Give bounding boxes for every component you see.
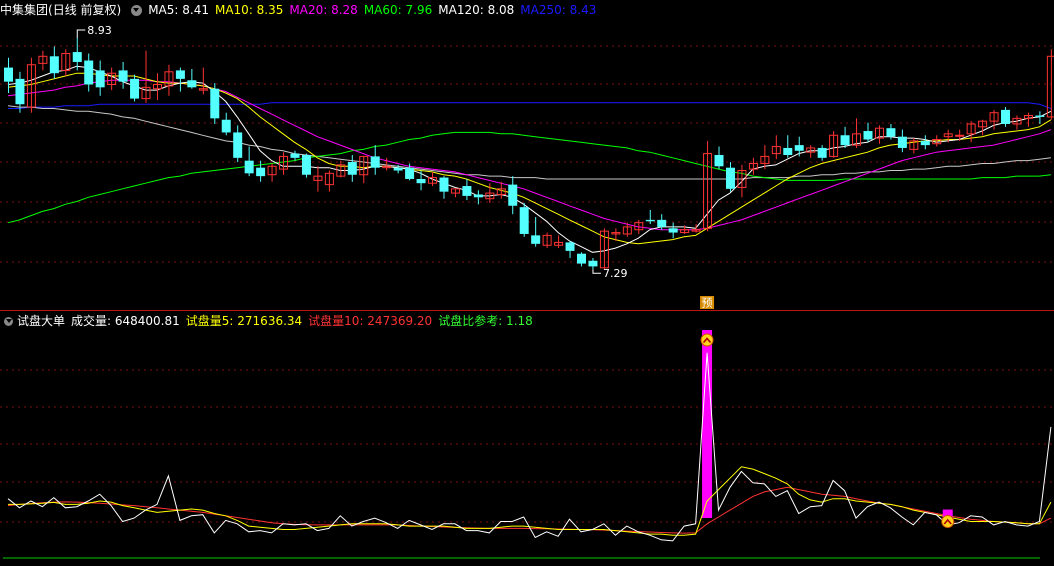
ma5-line bbox=[7, 65, 1052, 253]
grid-lines bbox=[0, 45, 1054, 523]
low-marker-arrow bbox=[592, 269, 601, 274]
ma250-line bbox=[8, 102, 1052, 109]
candle-body bbox=[897, 136, 907, 148]
candle-body bbox=[244, 160, 254, 174]
ma60-label: MA60: 7.96 bbox=[363, 3, 433, 17]
ma-lines bbox=[7, 65, 1052, 253]
trial-vol5-label: 试盘量5: 271636.34 bbox=[185, 314, 303, 328]
candle-body bbox=[577, 253, 586, 264]
candle-body bbox=[221, 119, 231, 133]
trial-ratio-label: 试盘比参考: 1.18 bbox=[438, 314, 533, 328]
high-marker-arrow bbox=[76, 29, 86, 38]
candle-body bbox=[439, 177, 449, 192]
stock-chart: 8.93 7.29 预 bbox=[0, 24, 1054, 559]
series-成交量-line bbox=[7, 352, 1052, 542]
candle-body bbox=[233, 132, 243, 158]
candle-body bbox=[370, 156, 380, 168]
trial-vol10-label: 试盘量10: 247369.20 bbox=[308, 314, 433, 328]
candle-body bbox=[783, 147, 793, 155]
candle-body bbox=[565, 242, 575, 251]
candle-body bbox=[256, 167, 266, 177]
candle-body bbox=[95, 70, 105, 88]
candle-body bbox=[840, 135, 850, 146]
sub-legend: 试盘大单 成交量: 648400.81 试盘量5: 271636.34 试盘量1… bbox=[0, 311, 539, 331]
series-试盘量5-line bbox=[8, 466, 1052, 536]
sub-title: 试盘大单 bbox=[17, 314, 66, 328]
candle-body bbox=[416, 178, 426, 184]
ma250-label: MA250: 8.43 bbox=[520, 3, 597, 17]
candle-body bbox=[817, 147, 827, 158]
candle-body bbox=[714, 155, 724, 167]
stock-name: 中集集团 bbox=[0, 3, 49, 17]
candle-body bbox=[130, 78, 140, 99]
candle-body bbox=[15, 78, 25, 105]
candle-body bbox=[508, 184, 518, 206]
candle-body bbox=[290, 153, 300, 158]
annotations: 8.93 7.29 预 bbox=[76, 24, 955, 529]
signal-badge-text: 预 bbox=[702, 297, 713, 310]
candle-body bbox=[462, 186, 472, 196]
period-label: (日线 前复权) bbox=[48, 3, 122, 17]
main-legend: 中集集团 (日线 前复权) MA5: 8.41 MA10: 8.35 MA20:… bbox=[0, 0, 602, 20]
indicator-menu-icon[interactable] bbox=[131, 4, 143, 16]
candle-body bbox=[725, 167, 735, 189]
ma20-label: MA20: 8.28 bbox=[289, 3, 358, 17]
candle-body bbox=[175, 70, 185, 79]
candle-body bbox=[920, 140, 930, 146]
signal-badge-icon bbox=[941, 515, 955, 529]
candle-body bbox=[657, 219, 667, 227]
candle-body bbox=[794, 145, 804, 151]
candle-body bbox=[531, 235, 541, 244]
candle-body bbox=[668, 228, 678, 233]
candle-body bbox=[301, 155, 311, 175]
candle-body bbox=[347, 162, 357, 175]
candle-body bbox=[588, 260, 598, 267]
candle-body bbox=[84, 60, 94, 85]
candle-body bbox=[118, 70, 128, 82]
candlesticks bbox=[4, 37, 1054, 270]
candle-body bbox=[1001, 109, 1011, 124]
candle-body bbox=[210, 88, 220, 119]
volume-label: 成交量: 648400.81 bbox=[71, 314, 180, 328]
ma10-label: MA10: 8.35 bbox=[214, 3, 284, 17]
candle-body bbox=[72, 52, 82, 62]
signal-badge-icon bbox=[700, 333, 714, 347]
sub-indicator-menu-icon[interactable] bbox=[4, 316, 13, 326]
candle-body bbox=[1035, 115, 1045, 117]
low-price-label: 7.29 bbox=[603, 267, 628, 280]
candle-body bbox=[955, 134, 965, 137]
ma120-label: MA120: 8.08 bbox=[438, 3, 515, 17]
candle-body bbox=[4, 67, 13, 82]
candle-body bbox=[863, 131, 873, 140]
candle-body bbox=[405, 167, 415, 179]
high-price-label: 8.93 bbox=[87, 24, 112, 37]
candle-body bbox=[49, 56, 59, 74]
candle-body bbox=[519, 207, 529, 234]
ma120-line bbox=[7, 105, 1051, 180]
candle-body bbox=[473, 194, 483, 198]
candle-body bbox=[886, 128, 896, 137]
ma5-label: MA5: 8.41 bbox=[148, 3, 209, 17]
candle-body bbox=[393, 167, 403, 171]
ma10-line bbox=[7, 72, 1052, 245]
indicator-lines bbox=[7, 330, 1052, 542]
candle-body bbox=[645, 219, 655, 222]
candle-body bbox=[187, 80, 197, 88]
